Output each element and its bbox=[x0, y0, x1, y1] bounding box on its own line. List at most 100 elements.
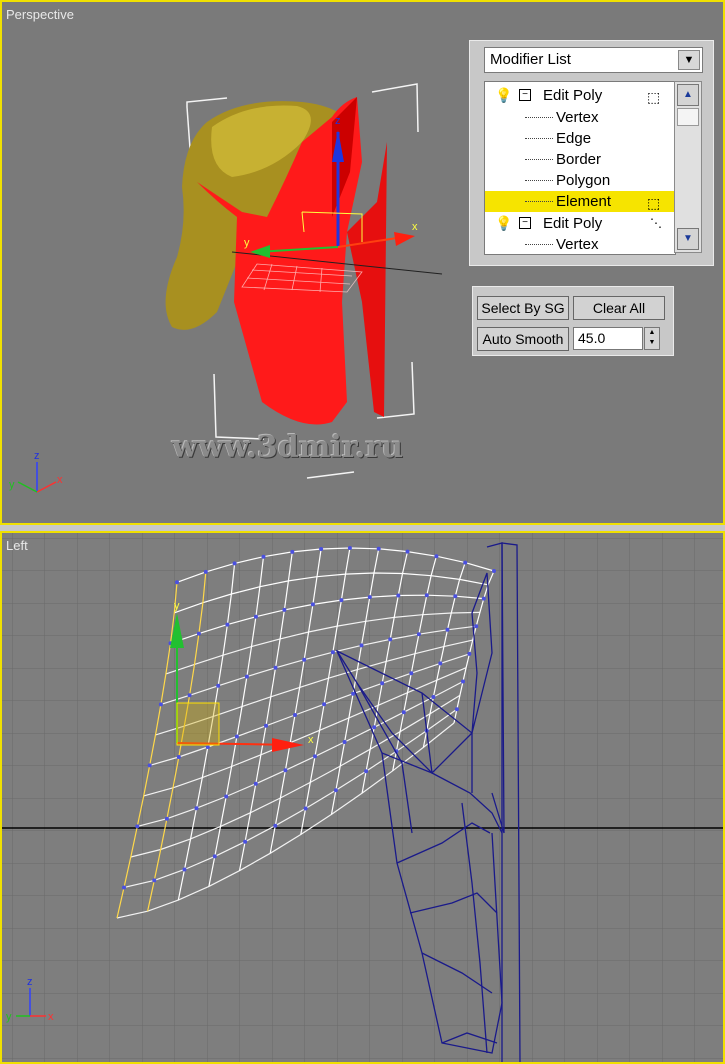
vertex-dot[interactable] bbox=[409, 671, 414, 676]
vertex-dot[interactable] bbox=[492, 569, 496, 573]
scroll-down-icon[interactable]: ▼ bbox=[677, 228, 699, 250]
vertex-dot[interactable] bbox=[438, 661, 443, 666]
vertex-dot[interactable] bbox=[273, 823, 278, 828]
auto-smooth-threshold-input[interactable]: 45.0 bbox=[573, 327, 643, 350]
vertex-dot[interactable] bbox=[261, 554, 266, 559]
vertex-dot[interactable] bbox=[176, 755, 181, 759]
vertex-dot[interactable] bbox=[342, 740, 347, 744]
modifier-stack-list[interactable]: 💡 − Edit Poly ⬚ Vertex Edge Border Polyg… bbox=[484, 81, 676, 255]
vertex-dot[interactable] bbox=[216, 683, 221, 688]
vertex-dot[interactable] bbox=[122, 885, 126, 890]
watermark-text: www.3dmir.ru bbox=[172, 430, 404, 465]
vertex-dot[interactable] bbox=[339, 598, 344, 603]
vertex-dot[interactable] bbox=[351, 691, 356, 696]
vertex-dot[interactable] bbox=[396, 593, 401, 598]
vertex-dot[interactable] bbox=[461, 679, 465, 684]
stack-item-edit-poly-2[interactable]: 💡 − Edit Poly ⋱ bbox=[485, 213, 675, 234]
vertex-dot[interactable] bbox=[232, 561, 237, 566]
vertex-dot[interactable] bbox=[253, 614, 258, 619]
vertex-dot[interactable] bbox=[303, 806, 308, 811]
vertex-dot[interactable] bbox=[319, 547, 324, 551]
vertex-dot[interactable] bbox=[135, 824, 140, 829]
spinner-arrows-icon[interactable]: ▲ ▼ bbox=[644, 327, 660, 350]
vertex-dot[interactable] bbox=[283, 768, 288, 773]
vertex-dot[interactable] bbox=[293, 713, 297, 717]
vertex-dot[interactable] bbox=[273, 665, 278, 670]
stack-item-edit-poly[interactable]: 💡 − Edit Poly ⬚ bbox=[485, 85, 675, 106]
vertex-dot[interactable] bbox=[175, 580, 179, 585]
vertex-dot[interactable] bbox=[264, 723, 268, 728]
vertex-dot[interactable] bbox=[481, 596, 486, 601]
modifier-list-dropdown[interactable]: Modifier List ▼ bbox=[484, 47, 703, 73]
vertex-dot[interactable] bbox=[224, 794, 229, 799]
vertex-dot[interactable] bbox=[313, 754, 317, 759]
vertex-dot[interactable] bbox=[364, 769, 369, 774]
vertex-dot[interactable] bbox=[474, 624, 479, 629]
stack-item-polygon[interactable]: Polygon bbox=[485, 170, 675, 191]
stack-item-border[interactable]: Border bbox=[485, 149, 675, 170]
vertex-dot[interactable] bbox=[196, 631, 201, 636]
scroll-up-icon[interactable]: ▲ bbox=[677, 84, 699, 106]
left-viewport[interactable]: y x z x y Left bbox=[0, 531, 725, 1064]
vertex-dot[interactable] bbox=[445, 627, 450, 632]
auto-smooth-button[interactable]: Auto Smooth bbox=[477, 327, 569, 351]
vertex-dot[interactable] bbox=[416, 632, 421, 637]
stack-item-vertex-2[interactable]: Vertex bbox=[485, 234, 675, 254]
vertex-dot[interactable] bbox=[424, 593, 429, 598]
stack-scrollbar[interactable]: ▲ ▼ bbox=[674, 81, 702, 253]
vertex-dot[interactable] bbox=[333, 788, 338, 793]
vertex-dot[interactable] bbox=[203, 569, 208, 574]
vertex-dot[interactable] bbox=[380, 681, 385, 686]
vertex-dot[interactable] bbox=[147, 763, 152, 768]
vertex-dot[interactable] bbox=[388, 637, 393, 642]
vertex-dot[interactable] bbox=[234, 734, 239, 739]
vertex-dot[interactable] bbox=[401, 710, 406, 715]
clear-all-button[interactable]: Clear All bbox=[573, 296, 665, 320]
vertex-dot[interactable] bbox=[453, 594, 458, 599]
vertex-dot[interactable] bbox=[322, 702, 327, 707]
stack-item-edge[interactable]: Edge bbox=[485, 128, 675, 149]
vertex-dot[interactable] bbox=[310, 602, 315, 607]
chevron-down-icon[interactable]: ▼ bbox=[678, 50, 700, 70]
vertex-dot[interactable] bbox=[182, 867, 187, 872]
vertex-dot[interactable] bbox=[376, 546, 381, 551]
vertex-dot[interactable] bbox=[463, 560, 468, 565]
vertex-dot[interactable] bbox=[194, 806, 199, 811]
vertex-dot[interactable] bbox=[302, 657, 307, 662]
gizmo-plane-handle[interactable] bbox=[176, 702, 220, 746]
vertex-dot[interactable] bbox=[243, 839, 248, 844]
viewport-label-left[interactable]: Left bbox=[6, 538, 28, 553]
vertex-dot[interactable] bbox=[330, 650, 335, 655]
vertex-dot[interactable] bbox=[205, 745, 210, 749]
vertex-dot[interactable] bbox=[152, 878, 157, 883]
vertex-dot[interactable] bbox=[454, 707, 459, 712]
vertex-dot[interactable] bbox=[244, 674, 249, 679]
stack-item-vertex[interactable]: Vertex bbox=[485, 107, 675, 128]
collapse-toggle-icon[interactable]: − bbox=[519, 89, 531, 101]
vertex-dot[interactable] bbox=[164, 816, 169, 821]
lightbulb-icon[interactable]: 💡 bbox=[495, 85, 512, 106]
vertex-dot[interactable] bbox=[158, 702, 163, 707]
smoothing-groups-panel: Select By SG Clear All Auto Smooth 45.0 … bbox=[472, 286, 674, 356]
vertex-dot[interactable] bbox=[434, 554, 439, 559]
gizmo-x-arrow[interactable] bbox=[394, 232, 415, 246]
vertex-dot[interactable] bbox=[187, 693, 192, 698]
vertex-dot[interactable] bbox=[467, 651, 472, 656]
lightbulb-icon[interactable]: 💡 bbox=[495, 213, 512, 234]
vertex-dot[interactable] bbox=[212, 854, 217, 859]
vertex-dot[interactable] bbox=[253, 781, 258, 786]
vertex-dot[interactable] bbox=[225, 622, 230, 627]
vertex-dot[interactable] bbox=[405, 549, 410, 554]
vertex-dot[interactable] bbox=[431, 695, 436, 699]
vertex-dot[interactable] bbox=[359, 643, 364, 648]
scroll-thumb[interactable] bbox=[677, 108, 699, 126]
vertex-dot[interactable] bbox=[290, 549, 295, 554]
left-scene[interactable]: y x z x y bbox=[2, 533, 725, 1064]
vertex-dot[interactable] bbox=[282, 607, 287, 612]
vertex-dot[interactable] bbox=[372, 725, 377, 730]
collapse-toggle-icon[interactable]: − bbox=[519, 217, 531, 229]
select-by-sg-button[interactable]: Select By SG bbox=[477, 296, 569, 320]
vertex-dot[interactable] bbox=[367, 595, 372, 600]
stack-item-element[interactable]: Element ⬚ bbox=[485, 191, 675, 212]
vertex-dot[interactable] bbox=[347, 546, 352, 550]
